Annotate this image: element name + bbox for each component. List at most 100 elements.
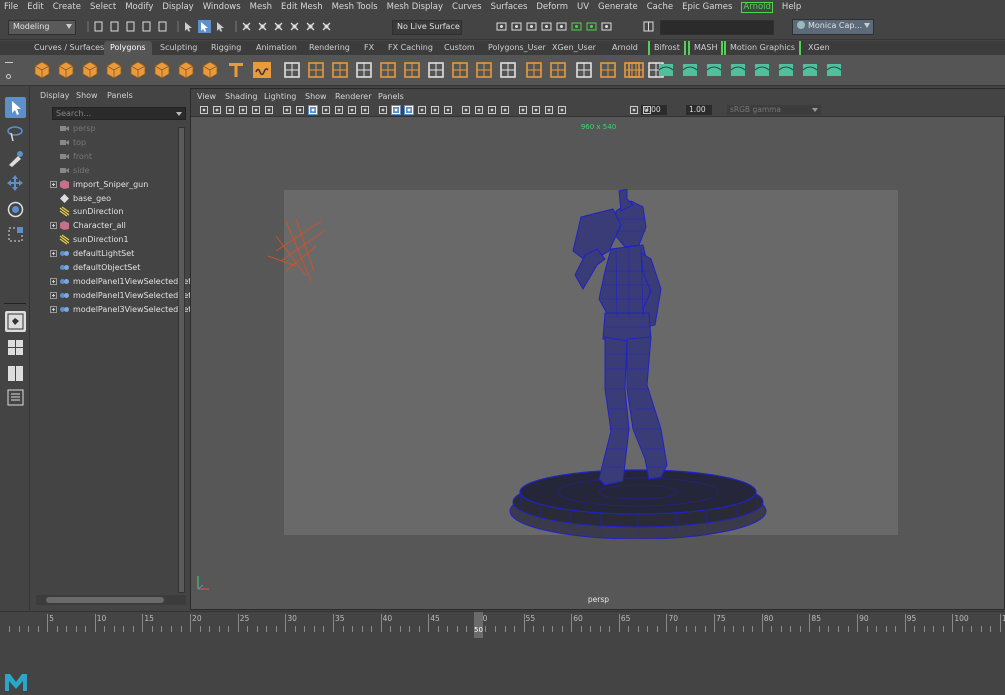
- sun-direction-light-icon[interactable]: [266, 216, 326, 286]
- shelf-tab-xgen-user[interactable]: XGen_User: [546, 41, 602, 55]
- select-component-icon[interactable]: [214, 20, 227, 33]
- menu-curves[interactable]: Curves: [452, 2, 482, 12]
- safe-title-icon[interactable]: [360, 105, 370, 115]
- uv-toolkit-icon[interactable]: [776, 60, 796, 80]
- menu-create[interactable]: Create: [53, 2, 81, 12]
- shelf-tab-custom[interactable]: Custom: [438, 41, 481, 55]
- shelf-tab-xgen[interactable]: XGen: [802, 41, 836, 55]
- menu-arnold[interactable]: Arnold: [741, 1, 773, 13]
- two-view-layout-icon[interactable]: [5, 363, 26, 384]
- gamma-icon[interactable]: [642, 105, 652, 115]
- snap-view-icon[interactable]: [288, 20, 301, 33]
- shelf-tab-rendering[interactable]: Rendering: [303, 41, 356, 55]
- paint-select-tool-icon[interactable]: [5, 148, 26, 169]
- select-camera-icon[interactable]: [199, 105, 209, 115]
- expand-icon[interactable]: [50, 277, 57, 285]
- arnold-ipr-icon[interactable]: [585, 20, 598, 33]
- grease-pencil-icon[interactable]: [264, 105, 274, 115]
- gamma-field[interactable]: 1.00: [686, 105, 712, 115]
- mode-dropdown[interactable]: Modeling: [8, 20, 76, 35]
- poly-sphere-icon[interactable]: [32, 60, 52, 80]
- ipr-render-icon[interactable]: [510, 20, 523, 33]
- exposure-icon[interactable]: [629, 105, 639, 115]
- render-view-icon[interactable]: [555, 20, 568, 33]
- snap-point-icon[interactable]: [272, 20, 285, 33]
- 2d-pan-zoom-icon[interactable]: [251, 105, 261, 115]
- playhead[interactable]: [474, 612, 483, 638]
- shelf-tab-polygons-user[interactable]: Polygons_User: [482, 41, 552, 55]
- poly-torus-icon[interactable]: [152, 60, 172, 80]
- menu-select[interactable]: Select: [90, 2, 116, 12]
- menu-modify[interactable]: Modify: [125, 2, 153, 12]
- menu-mesh[interactable]: Mesh: [250, 2, 272, 12]
- quad-draw-icon[interactable]: [626, 60, 646, 80]
- snap-vertex-icon[interactable]: [320, 20, 333, 33]
- xray-joints-icon[interactable]: [544, 105, 554, 115]
- resolution-gate-icon[interactable]: [308, 105, 318, 115]
- menu-uv[interactable]: UV: [577, 2, 589, 12]
- snap-curve-icon[interactable]: [256, 20, 269, 33]
- menu-deform[interactable]: Deform: [536, 2, 568, 12]
- shadows-icon[interactable]: [443, 105, 453, 115]
- menu-generate[interactable]: Generate: [598, 2, 638, 12]
- image-plane-icon[interactable]: [238, 105, 248, 115]
- color-space-dropdown[interactable]: sRGB gamma: [727, 105, 821, 115]
- open-scene-icon[interactable]: [108, 20, 121, 33]
- input-line-field[interactable]: [660, 20, 774, 35]
- character-wireframe[interactable]: [501, 189, 781, 539]
- select-hierarchy-icon[interactable]: [182, 20, 195, 33]
- bookmark-icon[interactable]: [225, 105, 235, 115]
- outliner-layout-icon[interactable]: [5, 387, 26, 408]
- save-scene-icon[interactable]: [124, 20, 137, 33]
- lasso-tool-icon[interactable]: [5, 123, 26, 144]
- uv-planar-icon[interactable]: [656, 60, 676, 80]
- outliner-search-input[interactable]: Search...: [52, 107, 186, 120]
- menu-mesh-display[interactable]: Mesh Display: [387, 2, 443, 12]
- film-gate-icon[interactable]: [295, 105, 305, 115]
- viewport-menu-lighting[interactable]: Lighting: [264, 92, 296, 101]
- single-perspective-layout-icon[interactable]: [5, 311, 26, 332]
- menu-edit[interactable]: Edit: [27, 2, 43, 12]
- shelf-tab-motion-graphics[interactable]: Motion Graphics: [724, 41, 801, 55]
- menu-display[interactable]: Display: [162, 2, 193, 12]
- extract-icon[interactable]: [378, 60, 398, 80]
- field-chart-icon[interactable]: [334, 105, 344, 115]
- shelf-tab-mash[interactable]: MASH: [688, 41, 724, 55]
- expand-icon[interactable]: [50, 305, 57, 313]
- screen-space-ao-icon[interactable]: [461, 105, 471, 115]
- shelf-tab-bifrost[interactable]: Bifrost: [648, 41, 686, 55]
- multi-cut-icon[interactable]: [474, 60, 494, 80]
- panel-layout-icon[interactable]: [642, 20, 655, 33]
- menu-help[interactable]: Help: [782, 2, 801, 12]
- uv-automatic-icon[interactable]: [728, 60, 748, 80]
- shelf-tab-polygons[interactable]: Polygons: [104, 41, 152, 55]
- poly-cone-icon[interactable]: [104, 60, 124, 80]
- outliner-menu-display[interactable]: Display: [40, 91, 70, 100]
- menu-surfaces[interactable]: Surfaces: [491, 2, 528, 12]
- undo-icon[interactable]: [140, 20, 153, 33]
- arnold-render-icon[interactable]: [570, 20, 583, 33]
- wireframe-on-shaded-icon[interactable]: [404, 105, 414, 115]
- toggle-modeling-toolkit-icon[interactable]: [600, 20, 613, 33]
- depth-of-field-icon[interactable]: [500, 105, 510, 115]
- viewport-menu-show[interactable]: Show: [305, 92, 327, 101]
- search-options-icon[interactable]: [176, 112, 182, 116]
- model-panel-viewport[interactable]: View Shading Lighting Show Renderer Panels 0.…: [190, 88, 1005, 610]
- viewport-menu-view[interactable]: View: [197, 92, 216, 101]
- snap-surface-icon[interactable]: [304, 20, 317, 33]
- textured-icon[interactable]: [417, 105, 427, 115]
- scale-tool-icon[interactable]: [5, 224, 26, 245]
- shelf-tab-sculpting[interactable]: Sculpting: [154, 41, 203, 55]
- bevel-icon[interactable]: [450, 60, 470, 80]
- xray-icon[interactable]: [531, 105, 541, 115]
- viewport-menu-shading[interactable]: Shading: [225, 92, 258, 101]
- camera-attributes-icon[interactable]: [212, 105, 222, 115]
- live-surface-field[interactable]: No Live Surface: [392, 20, 462, 35]
- shelf-tab-animation[interactable]: Animation: [250, 41, 303, 55]
- outliner-scrollbar[interactable]: [178, 127, 185, 593]
- uv-layout-icon[interactable]: [824, 60, 844, 80]
- target-weld-icon[interactable]: [498, 60, 518, 80]
- uv-cylindrical-icon[interactable]: [680, 60, 700, 80]
- menu-mesh-tools[interactable]: Mesh Tools: [332, 2, 378, 12]
- outliner-menu-panels[interactable]: Panels: [107, 91, 133, 100]
